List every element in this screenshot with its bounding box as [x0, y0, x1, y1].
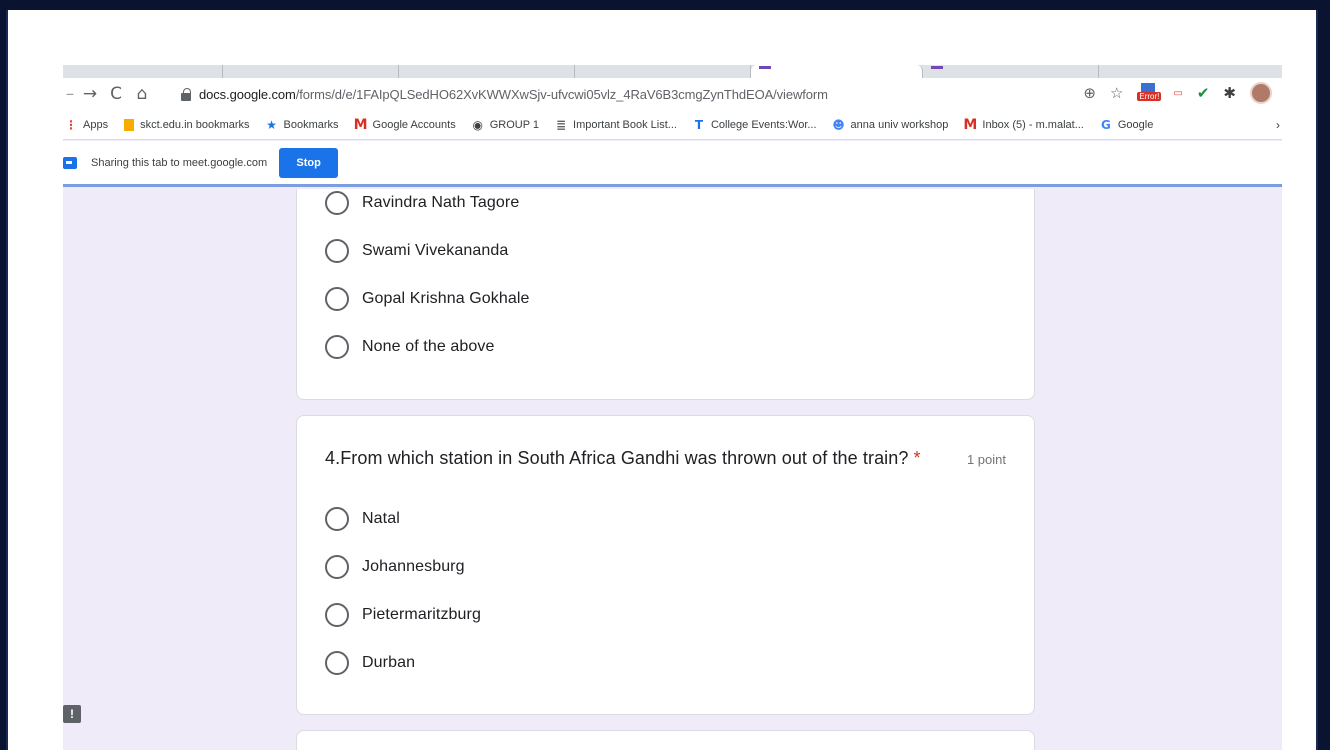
radio-button[interactable] [325, 287, 349, 311]
screenshot-frame: – → C ⌂ docs.google.com/forms/d/e/1FAIpQ… [6, 10, 1318, 750]
toolbar-actions: ⊕ ☆ Error! ▭ ✔ ✱ [1083, 82, 1272, 104]
required-asterisk: * [913, 448, 921, 468]
points-label: 1 point [966, 452, 1006, 467]
option-row[interactable]: Pietermaritzburg [325, 602, 481, 628]
forms-favicon-icon [759, 66, 771, 69]
gmail-icon: M [963, 116, 978, 133]
option-label: Gopal Krishna Gokhale [362, 290, 530, 307]
browser-window: – → C ⌂ docs.google.com/forms/d/e/1FAIpQ… [63, 65, 1282, 750]
address-toolbar: – → C ⌂ docs.google.com/forms/d/e/1FAIpQ… [63, 78, 1282, 110]
bookmark-label: College Events:Wor... [710, 118, 817, 131]
avatar-icon: ☻ [832, 117, 845, 132]
browser-tab[interactable] [399, 65, 575, 78]
option-row[interactable]: Gopal Krishna Gokhale [325, 286, 530, 312]
zoom-icon[interactable]: ⊕ [1083, 84, 1096, 102]
stop-sharing-button[interactable]: Stop [279, 147, 339, 178]
bookmark-label: Bookmarks [283, 118, 339, 131]
puzzle-extensions-icon[interactable]: ✱ [1223, 84, 1236, 102]
lock-icon [181, 87, 191, 101]
forward-arrow-icon[interactable]: → [77, 81, 103, 107]
question-text: 4.From which station in South Africa Gan… [325, 448, 909, 468]
url-text: docs.google.com/forms/d/e/1FAIpQLSedHO62… [199, 87, 828, 102]
option-label: Swami Vivekananda [362, 242, 509, 259]
chevron-right-icon[interactable]: › [1276, 118, 1280, 132]
option-label: None of the above [362, 338, 495, 355]
screen-share-icon [63, 156, 77, 169]
bookmark-group1[interactable]: ◉ GROUP 1 [472, 117, 540, 132]
extension-icon[interactable]: ▭ [1173, 88, 1182, 99]
option-row[interactable]: Johannesburg [325, 554, 465, 580]
browser-tab[interactable] [923, 65, 1099, 78]
question-card: Ravindra Nath Tagore Swami Vivekananda G… [296, 189, 1035, 400]
reload-icon[interactable]: C [103, 81, 129, 107]
option-row[interactable]: Ravindra Nath Tagore [325, 190, 519, 216]
browser-tab[interactable] [575, 65, 751, 78]
gmail-icon: M [353, 116, 368, 133]
back-arrow-icon[interactable]: – [63, 81, 77, 107]
home-icon[interactable]: ⌂ [129, 81, 155, 107]
option-row[interactable]: None of the above [325, 334, 494, 360]
error-badge: Error! [1137, 92, 1162, 101]
bookmark-label: skct.edu.in bookmarks [140, 118, 250, 131]
book-icon: ≣ [556, 117, 567, 132]
option-label: Ravindra Nath Tagore [362, 194, 520, 211]
tab-strip [63, 65, 1282, 78]
option-row[interactable]: Swami Vivekananda [325, 238, 508, 264]
bookmark-apps[interactable]: ⋮ Apps [65, 117, 109, 132]
apps-grid-icon: ⋮ [65, 117, 77, 132]
google-g-icon: G [1100, 117, 1111, 132]
radio-button[interactable] [325, 239, 349, 263]
bookmarks-bar: ⋮ Apps skct.edu.in bookmarks ★ Bookmarks M… [63, 110, 1282, 140]
bookmark-anna-univ[interactable]: ☻ anna univ workshop [832, 117, 949, 132]
bookmark-bookmarks[interactable]: ★ Bookmarks [266, 117, 339, 132]
option-row[interactable]: Natal [325, 506, 400, 532]
checkmark-extension-icon[interactable]: ✔ [1197, 84, 1210, 102]
extension-error-icon[interactable]: Error! [1137, 82, 1162, 104]
sharing-status-text: Sharing this tab to meet.google.com [91, 156, 268, 169]
option-label: Johannesburg [362, 558, 465, 575]
url-host: docs.google.com [199, 87, 296, 102]
bookmark-google-accounts[interactable]: M Google Accounts [353, 116, 456, 133]
question-card: 4.From which station in South Africa Gan… [296, 415, 1035, 715]
bookmark-book-list[interactable]: ≣ Important Book List... [555, 117, 677, 132]
option-label: Natal [362, 510, 400, 527]
globe-icon: ◉ [472, 117, 483, 132]
feedback-icon[interactable]: ! [63, 705, 81, 723]
bookmark-skct[interactable]: skct.edu.in bookmarks [124, 118, 250, 131]
radio-button[interactable] [325, 603, 349, 627]
option-label: Pietermaritzburg [362, 606, 481, 623]
radio-button[interactable] [325, 555, 349, 579]
radio-button[interactable] [325, 191, 349, 215]
profile-avatar[interactable] [1250, 82, 1272, 104]
question-title: 4.From which station in South Africa Gan… [325, 448, 921, 469]
url-path: /forms/d/e/1FAIpQLSedHO62XvKWWXwSjv-ufvc… [295, 87, 828, 102]
forms-favicon-icon [931, 66, 943, 69]
bookmark-star-icon[interactable]: ☆ [1110, 84, 1123, 102]
bookmark-google[interactable]: G Google [1100, 117, 1154, 132]
t-icon: T [694, 117, 704, 132]
bookmark-inbox[interactable]: M Inbox (5) - m.malat... [963, 116, 1084, 133]
bookmark-college-events[interactable]: T College Events:Wor... [693, 117, 817, 132]
option-row[interactable]: Durban [325, 650, 415, 676]
bookmark-label: GROUP 1 [489, 118, 540, 131]
bookmark-label: Google Accounts [372, 118, 456, 131]
radio-button[interactable] [325, 335, 349, 359]
browser-tab-active[interactable] [751, 65, 923, 78]
browser-tab[interactable] [63, 65, 223, 78]
tab-sharing-bar: Sharing this tab to meet.google.com Stop [63, 141, 1282, 187]
question-card [296, 730, 1035, 750]
browser-tab[interactable] [223, 65, 399, 78]
bookmark-label: Inbox (5) - m.malat... [982, 118, 1084, 131]
bookmark-label: Google [1117, 118, 1154, 131]
address-bar[interactable]: docs.google.com/forms/d/e/1FAIpQLSedHO62… [169, 81, 1201, 108]
radio-button[interactable] [325, 507, 349, 531]
bookmark-label: Important Book List... [573, 118, 677, 131]
option-label: Durban [362, 654, 416, 671]
folder-icon [124, 118, 135, 131]
star-icon: ★ [266, 117, 277, 132]
radio-button[interactable] [325, 651, 349, 675]
bookmark-label: anna univ workshop [850, 118, 949, 131]
bookmark-label: Apps [83, 118, 109, 131]
